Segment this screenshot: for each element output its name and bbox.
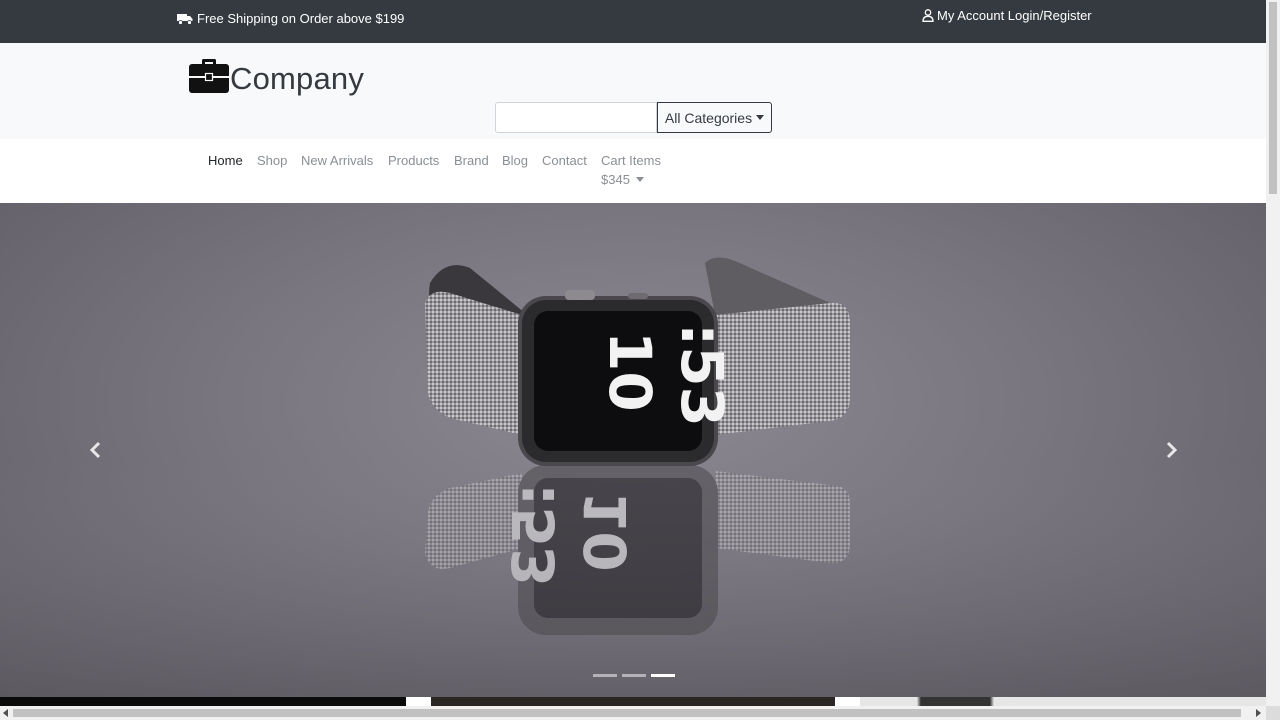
category-card-2-preview[interactable] (431, 697, 835, 706)
scroll-right-icon[interactable] (1256, 709, 1261, 717)
carousel-indicators (593, 674, 675, 677)
main-navbar: Home Shop New Arrivals Products Brand Bl… (0, 139, 1266, 203)
caret-down-icon (756, 115, 765, 120)
vertical-scrollbar[interactable] (1266, 0, 1280, 706)
nav-brand[interactable]: Brand (454, 153, 489, 168)
horizontal-scrollbar-thumb[interactable] (13, 709, 1241, 717)
category-dropdown-label: All Categories (664, 109, 753, 126)
watch-time-minutes: :53 (668, 323, 736, 427)
carousel-indicator-2[interactable] (622, 674, 646, 677)
user-icon (922, 9, 934, 22)
chevron-right-icon[interactable] (1161, 440, 1181, 460)
carousel-indicator-1[interactable] (593, 674, 617, 677)
nav-contact[interactable]: Contact (542, 153, 587, 168)
watch-time-hours: 10 (596, 331, 664, 412)
search-input[interactable] (495, 102, 657, 133)
account-link-text[interactable]: My Account Login/Register (937, 8, 1092, 23)
nav-new-arrivals[interactable]: New Arrivals (301, 153, 373, 168)
watch-reflection-minutes: :53 (500, 483, 568, 587)
watch-reflection-hours: 10 (572, 491, 640, 572)
free-shipping-notice: Free Shipping on Order above $199 (177, 11, 404, 26)
hero-slide-image: 10 :53 10 :53 (0, 257, 1266, 697)
scrollbar-corner (1266, 706, 1280, 720)
horizontal-scrollbar[interactable] (0, 706, 1266, 720)
nav-shop[interactable]: Shop (257, 153, 287, 168)
carousel-indicator-3[interactable] (651, 674, 675, 677)
nav-products[interactable]: Products (388, 153, 439, 168)
header-brand-area: Company All Categories (0, 43, 1266, 139)
vertical-scrollbar-thumb[interactable] (1269, 2, 1277, 194)
briefcase-icon (189, 58, 229, 99)
truck-icon (177, 13, 193, 25)
account-link[interactable]: My Account Login/Register (922, 8, 1092, 23)
hero-carousel: 10 :53 10 :53 (0, 203, 1266, 697)
cart-amount: $345 (601, 172, 630, 187)
nav-blog[interactable]: Blog (502, 153, 528, 168)
nav-home[interactable]: Home (208, 153, 243, 168)
category-card-1-preview[interactable] (0, 697, 406, 706)
cart-dropdown-toggle[interactable]: $345 (601, 172, 644, 187)
caret-down-icon (635, 177, 644, 182)
free-shipping-text: Free Shipping on Order above $199 (197, 11, 405, 26)
chevron-left-icon[interactable] (86, 440, 106, 460)
category-dropdown-button[interactable]: All Categories (657, 102, 772, 133)
scroll-left-icon[interactable] (3, 709, 8, 717)
company-name: Company (230, 60, 365, 96)
company-logo[interactable]: Company (189, 58, 364, 99)
nav-cart-items[interactable]: Cart Items (601, 153, 661, 168)
category-card-3-preview[interactable] (860, 697, 1266, 706)
top-bar: Free Shipping on Order above $199 My Acc… (0, 0, 1266, 43)
